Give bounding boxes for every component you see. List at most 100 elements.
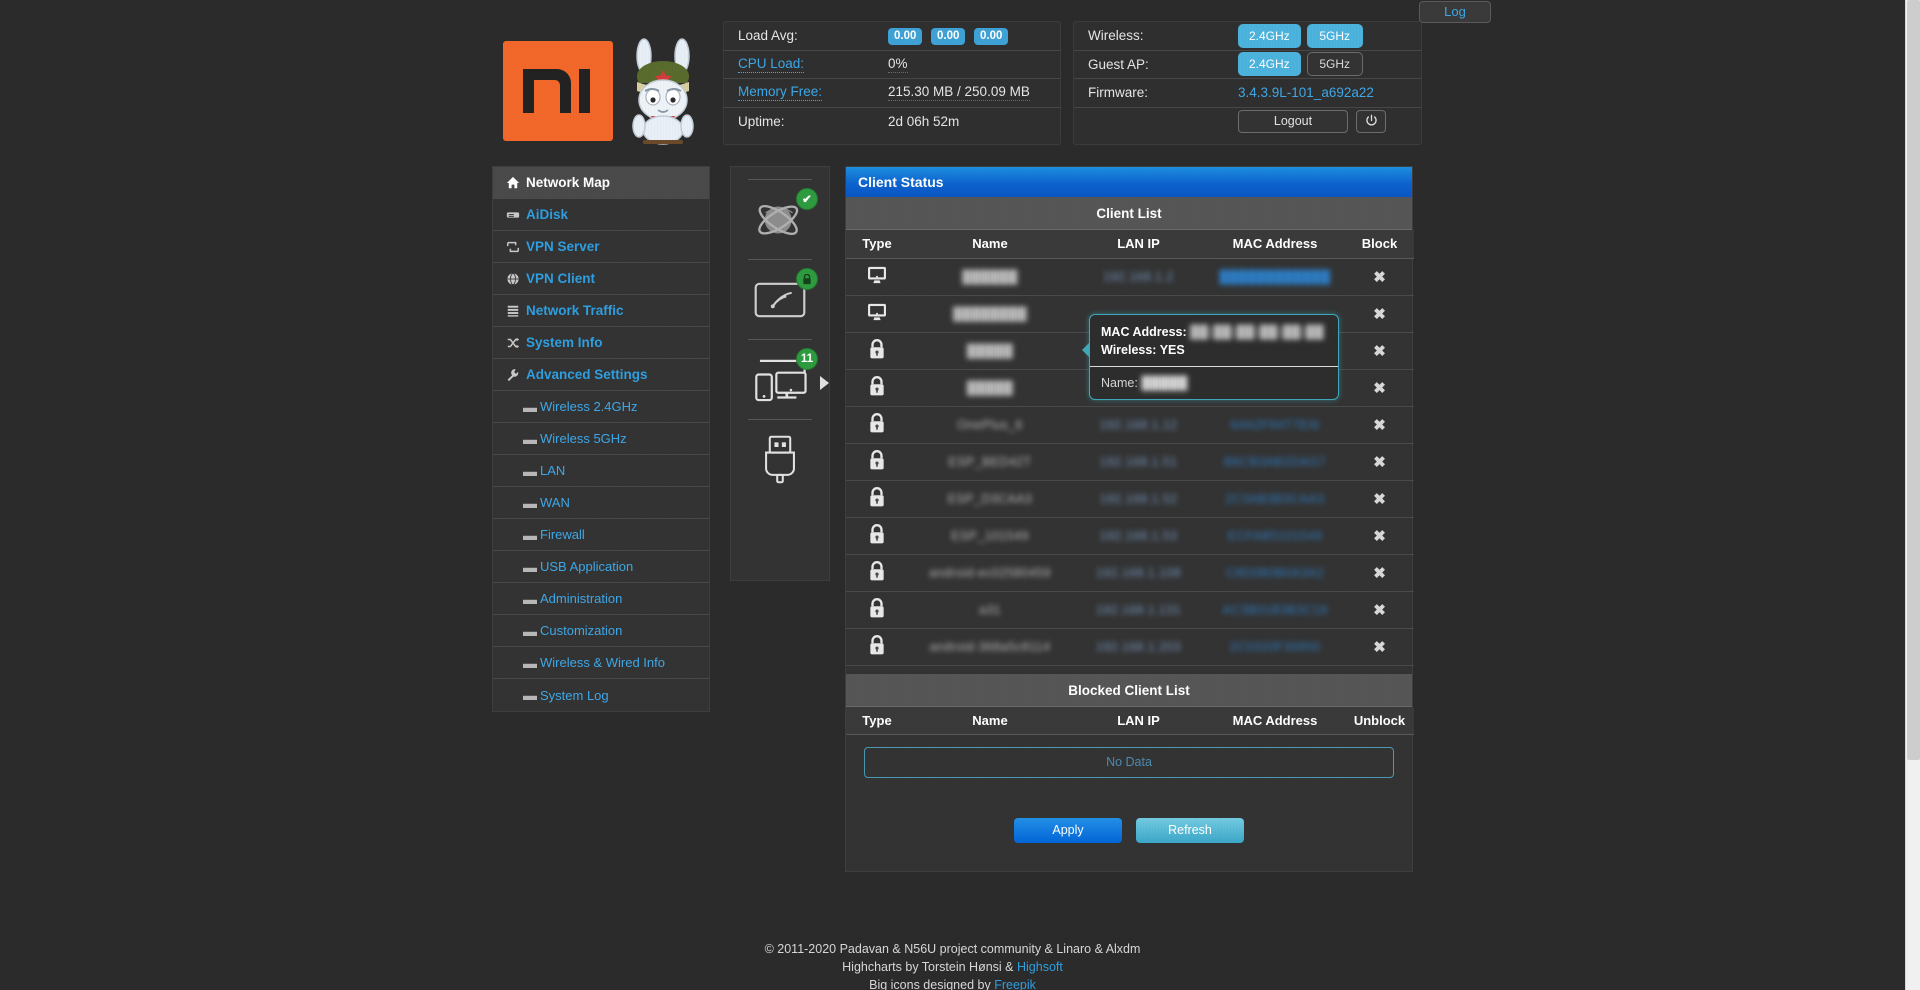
sidebar-item-vpn-client[interactable]: VPN Client — [493, 263, 709, 295]
close-icon[interactable]: ✖ — [1373, 343, 1386, 360]
uptime-label: Uptime: — [738, 114, 785, 130]
tooltip-name-label: Name: — [1101, 376, 1138, 390]
close-icon[interactable]: ✖ — [1373, 491, 1386, 508]
blocked-col-header-lan-ip: LAN IP — [1072, 706, 1205, 735]
map-node-usb[interactable] — [748, 419, 812, 499]
sidebar-item-wireless-wired-info[interactable]: ▬ Wireless & Wired Info — [493, 647, 709, 679]
blocked-col-header-name: Name — [908, 706, 1072, 735]
guest-band-5ghz[interactable]: 5GHz — [1306, 52, 1363, 77]
action-button-row: Apply Refresh — [846, 818, 1412, 843]
block-client-button[interactable]: ✖ — [1345, 517, 1414, 555]
home-icon — [506, 176, 526, 190]
footer-copyright: © 2011-2020 Padavan & N56U project commu… — [764, 942, 1141, 956]
client-mac-cell[interactable]: ████████████ — [1205, 258, 1345, 296]
highsoft-link[interactable]: Highsoft — [1017, 960, 1063, 974]
client-name-cell: ESP_BED42T — [908, 443, 1072, 481]
client-name-cell: android-368a5c8114 — [908, 628, 1072, 666]
client-mac-cell[interactable]: B6CB3AB2DAG7 — [1205, 443, 1345, 481]
block-client-button[interactable]: ✖ — [1345, 295, 1414, 333]
block-client-button[interactable]: ✖ — [1345, 258, 1414, 296]
scrollbar-thumb[interactable] — [1907, 0, 1920, 760]
block-client-button[interactable]: ✖ — [1345, 406, 1414, 444]
sidebar-item-system-log[interactable]: ▬ System Log — [493, 679, 709, 711]
freepik-link[interactable]: Freepik — [994, 978, 1036, 990]
block-client-button[interactable]: ✖ — [1345, 628, 1414, 666]
dash-icon: ▬ — [523, 494, 537, 511]
block-client-button[interactable]: ✖ — [1345, 369, 1414, 407]
table-row[interactable]: ESP_101549 192.168.1.53 ECFAB5101549 ✖ — [846, 517, 1414, 555]
sidebar-item-administration[interactable]: ▬ Administration — [493, 583, 709, 615]
apply-button[interactable]: Apply — [1014, 818, 1122, 843]
sidebar-item-wireless-24ghz[interactable]: ▬ Wireless 2.4GHz — [493, 391, 709, 423]
close-icon[interactable]: ✖ — [1373, 306, 1386, 323]
close-icon[interactable]: ✖ — [1373, 269, 1386, 286]
sidebar-item-network-traffic[interactable]: Network Traffic — [493, 295, 709, 327]
map-node-wireless[interactable] — [748, 259, 818, 339]
wireless-band-24ghz[interactable]: 2.4GHz — [1238, 23, 1301, 48]
block-client-button[interactable]: ✖ — [1345, 480, 1414, 518]
sidebar-item-system-info[interactable]: System Info — [493, 327, 709, 359]
sidebar-item-usb-application[interactable]: ▬ USB Application — [493, 551, 709, 583]
log-button[interactable]: Log — [1419, 1, 1491, 23]
firmware-version[interactable]: 3.4.3.9L-101_a692a22 — [1238, 85, 1374, 100]
sidebar-item-vpn-server[interactable]: VPN Server — [493, 231, 709, 263]
table-row[interactable]: OnePlus_6 192.168.1.12 64A2F94T7EI6 ✖ — [846, 406, 1414, 444]
footer-highcharts-credit: Highcharts by Torstein Hønsi & Highsoft — [0, 958, 1905, 976]
wireless-band-5ghz[interactable]: 5GHz — [1306, 23, 1363, 48]
close-icon[interactable]: ✖ — [1373, 639, 1386, 656]
client-mac-cell[interactable]: ECFAB5101549 — [1205, 517, 1345, 555]
close-icon[interactable]: ✖ — [1373, 602, 1386, 619]
close-icon[interactable]: ✖ — [1373, 417, 1386, 434]
sidebar-item-advanced-settings[interactable]: Advanced Settings — [493, 359, 709, 391]
client-ip-cell: 192.168.1.52 — [1072, 480, 1205, 518]
dash-icon: ▬ — [523, 398, 537, 415]
map-node-clients[interactable]: 11 — [748, 339, 829, 419]
blocked-col-header-type: Type — [846, 706, 908, 735]
table-row[interactable]: ESP_D3CAA3 192.168.1.52 2C3AB3B3CAA3 ✖ — [846, 480, 1414, 518]
refresh-button[interactable]: Refresh — [1136, 818, 1244, 843]
table-row[interactable]: android-ec02580459 192.168.1.108 C8D0B0B0A… — [846, 554, 1414, 592]
sidebar-item-lan[interactable]: ▬ LAN — [493, 455, 709, 487]
sidebar-label-wan: WAN — [540, 495, 570, 510]
sidebar-item-aidisk[interactable]: AiDisk — [493, 199, 709, 231]
sidebar-label-advanced-settings: Advanced Settings — [526, 367, 648, 382]
table-row[interactable]: android-368a5c8114 192.168.1.203 2C0320F30… — [846, 628, 1414, 666]
cpu-load-label[interactable]: CPU Load: — [738, 56, 805, 73]
block-client-button[interactable]: ✖ — [1345, 332, 1414, 370]
close-icon[interactable]: ✖ — [1373, 528, 1386, 545]
sidebar-item-wan[interactable]: ▬ WAN — [493, 487, 709, 519]
close-icon[interactable]: ✖ — [1373, 380, 1386, 397]
page-scrollbar[interactable] — [1905, 0, 1920, 990]
client-mac-cell[interactable]: 2C3AB3B3CAA3 — [1205, 480, 1345, 518]
sidebar-item-network-map[interactable]: Network Map — [493, 167, 709, 199]
guest-band-24ghz[interactable]: 2.4GHz — [1238, 52, 1301, 77]
table-row[interactable]: a31 192.168.1.131 AC3B01B3B3C19 ✖ — [846, 591, 1414, 629]
sidebar-item-wireless-5ghz[interactable]: ▬ Wireless 5GHz — [493, 423, 709, 455]
client-mac-cell[interactable]: AC3B01B3B3C19 — [1205, 591, 1345, 629]
sidebar-label-system-info: System Info — [526, 335, 603, 350]
client-mac-cell[interactable]: 64A2F94T7EI6 — [1205, 406, 1345, 444]
logout-button[interactable]: Logout — [1238, 110, 1348, 134]
sidebar-item-firewall[interactable]: ▬ Firewall — [493, 519, 709, 551]
client-mac-cell[interactable]: C8D0B0B0A3A2 — [1205, 554, 1345, 592]
table-row[interactable]: ██████ 192.168.1.2 ████████████ ✖ — [846, 258, 1414, 296]
client-list-table: Type Name LAN IP MAC Address Block █████… — [846, 230, 1414, 666]
sidebar-label-customization: Customization — [540, 623, 623, 638]
tooltip-mac-value: ██:██:██:██:██:██ — [1190, 325, 1325, 339]
sidebar-item-customization[interactable]: ▬ Customization — [493, 615, 709, 647]
block-client-button[interactable]: ✖ — [1345, 443, 1414, 481]
block-client-button[interactable]: ✖ — [1345, 591, 1414, 629]
dash-icon: ▬ — [523, 622, 537, 639]
close-icon[interactable]: ✖ — [1373, 565, 1386, 582]
block-client-button[interactable]: ✖ — [1345, 554, 1414, 592]
close-icon[interactable]: ✖ — [1373, 454, 1386, 471]
client-type-wireless-lock-icon — [846, 591, 908, 629]
map-node-internet[interactable]: ✔ — [748, 179, 818, 259]
power-icon[interactable] — [1356, 110, 1386, 134]
client-name-cell: █████ — [908, 332, 1072, 370]
client-mac-cell[interactable]: 2C0320F30950 — [1205, 628, 1345, 666]
memory-free-label[interactable]: Memory Free: — [738, 84, 823, 102]
col-header-mac: MAC Address — [1205, 230, 1345, 259]
wireless-status-lock-icon — [796, 268, 818, 290]
table-row[interactable]: ESP_BED42T 192.168.1.51 B6CB3AB2DAG7 ✖ — [846, 443, 1414, 481]
